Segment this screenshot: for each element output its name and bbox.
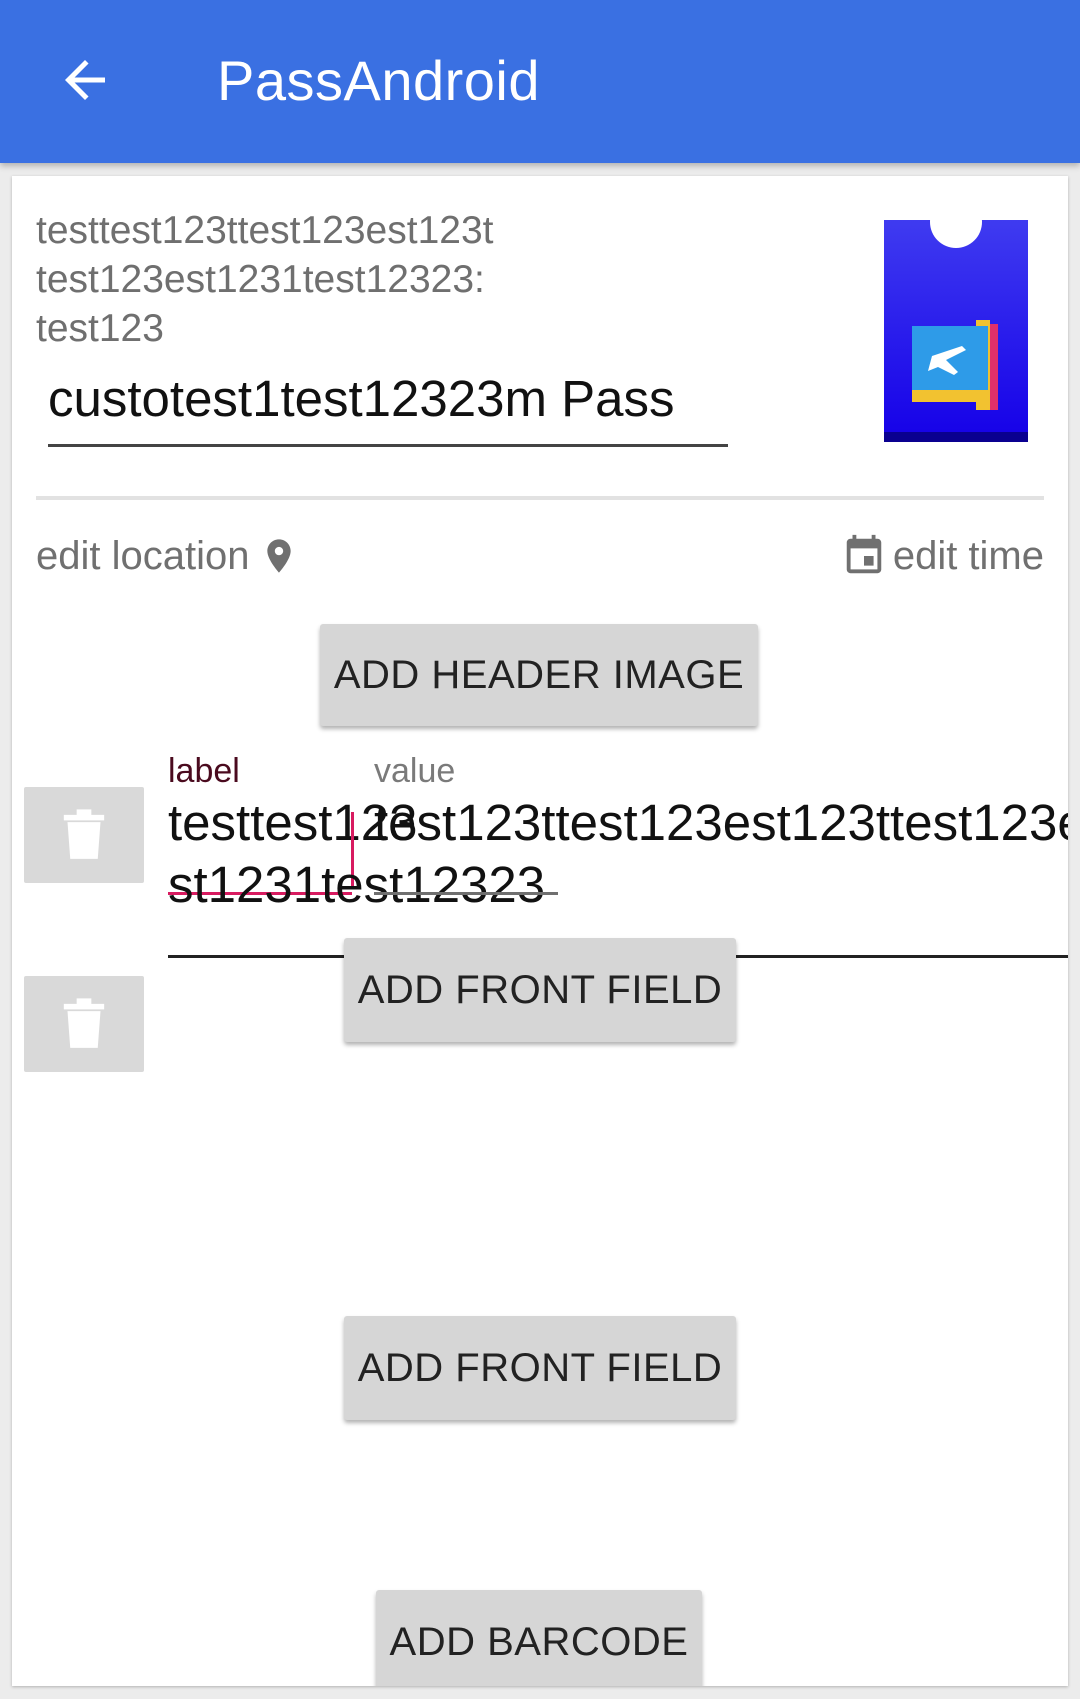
- edit-time-label: edit time: [892, 533, 1044, 578]
- app-title: PassAndroid: [217, 49, 541, 112]
- boarding-pass-plane-icon[interactable]: [876, 220, 1032, 444]
- value-line: st1231test12323: [168, 856, 546, 913]
- edit-location-label: edit location: [36, 533, 250, 578]
- add-barcode-button[interactable]: ADD BARCODE: [376, 1590, 702, 1686]
- label-caption: label: [168, 752, 240, 790]
- description-line: testtest123ttest123est123t: [36, 209, 494, 252]
- divider: [36, 496, 1044, 500]
- trash-icon: [63, 998, 105, 1048]
- location-pin-icon: [267, 539, 292, 573]
- add-front-field-button[interactable]: ADD FRONT FIELD: [344, 938, 736, 1042]
- value-input[interactable]: test123ttest123est123ttest123e: [374, 792, 1068, 854]
- pass-name-input[interactable]: custotest1test12323m Pass: [48, 372, 726, 426]
- delete-field-button[interactable]: [24, 787, 144, 883]
- pass-name-underline: [48, 444, 728, 447]
- app-bar: PassAndroid: [0, 0, 1080, 163]
- value-caption: value: [374, 752, 456, 790]
- pass-editor-card: testtest123ttest123est123t test123est123…: [12, 176, 1068, 1686]
- trash-icon: [63, 809, 105, 859]
- add-front-field-button[interactable]: ADD FRONT FIELD: [344, 1316, 736, 1420]
- pass-description[interactable]: testtest123ttest123est123t test123est123…: [36, 206, 576, 353]
- edit-time-button[interactable]: edit time: [841, 526, 1044, 586]
- calendar-icon: [846, 534, 882, 574]
- value-hint-underline: [374, 892, 558, 895]
- description-line: test123est1231test12323:: [36, 258, 485, 301]
- delete-field-button[interactable]: [24, 976, 144, 1072]
- arrow-back-icon[interactable]: [55, 50, 115, 110]
- description-line: test123: [36, 307, 164, 350]
- edit-location-button[interactable]: edit location: [36, 526, 299, 586]
- value-line: test123ttest123est123ttest123e: [374, 794, 1068, 851]
- add-header-image-button[interactable]: ADD HEADER IMAGE: [320, 624, 758, 726]
